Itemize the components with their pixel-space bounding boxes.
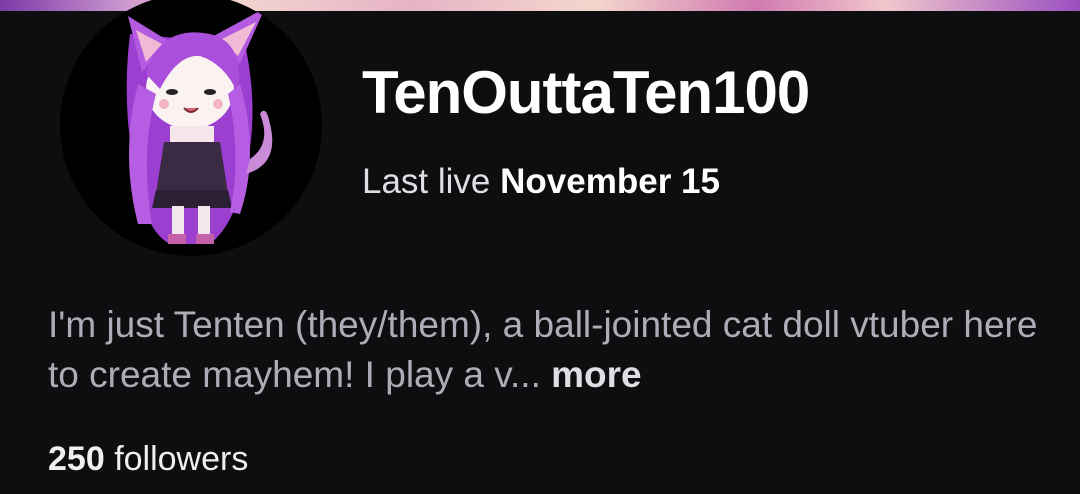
bio-text: I'm just Tenten (they/them), a ball-join… bbox=[48, 304, 1038, 395]
last-live-date: November 15 bbox=[500, 162, 720, 201]
bio-more-link[interactable]: more bbox=[551, 354, 641, 395]
channel-username: TenOuttaTen100 bbox=[362, 59, 810, 126]
last-live-label: Last live bbox=[362, 162, 491, 201]
followers-label: followers bbox=[114, 440, 249, 478]
followers-number: 250 bbox=[48, 440, 105, 478]
avatar[interactable] bbox=[60, 0, 322, 256]
last-live-status: Last live November 15 bbox=[362, 162, 720, 202]
channel-bio: I'm just Tenten (they/them), a ball-join… bbox=[48, 300, 1058, 400]
channel-profile-header: TenOuttaTen100 Last live November 15 I'm… bbox=[0, 0, 1080, 494]
followers-count[interactable]: 250 followers bbox=[48, 440, 248, 479]
avatar-image-icon bbox=[126, 8, 273, 244]
